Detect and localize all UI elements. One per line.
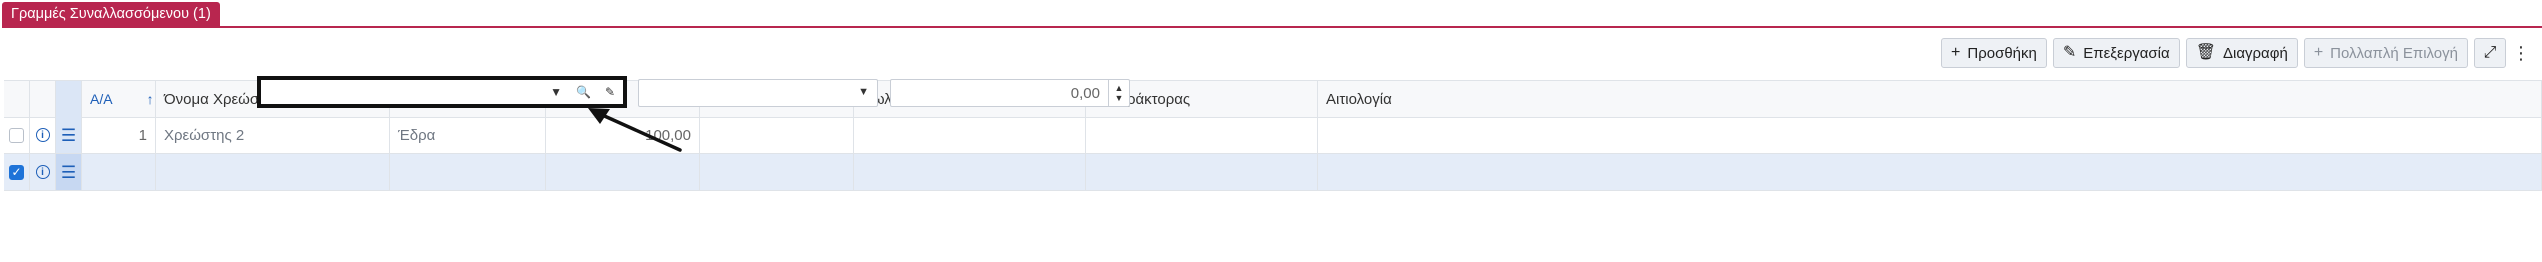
cell-aa: 1 [82, 117, 156, 153]
add-button[interactable]: + Προσθήκη [1941, 38, 2047, 68]
more-options-icon[interactable]: ⋮ [2512, 43, 2530, 64]
cell-collector [1086, 154, 1318, 190]
header-reason[interactable]: Αιτιολογία [1318, 81, 2542, 117]
row-select-cell [4, 117, 30, 153]
cell-bank-account [700, 117, 854, 153]
cell-reason [1318, 117, 2542, 153]
plus-icon: + [2313, 44, 2324, 61]
row-select-cell: ✓ [4, 154, 30, 190]
cell-reason [1318, 154, 2542, 190]
sort-up-icon[interactable]: ↑ [147, 91, 154, 107]
cell-collector [1086, 117, 1318, 153]
cell-bank-account [700, 154, 854, 190]
header-info-cell [30, 81, 56, 117]
caret-down-icon[interactable]: ▼ [550, 85, 562, 99]
cell-seller [854, 117, 1086, 153]
info-icon[interactable]: i [35, 165, 50, 179]
grid-toolbar: + Προσθήκη ✎ Επεξεργασία 🗑 Διαγραφή + Πο… [1941, 38, 2530, 68]
stepper-down-icon[interactable]: ▼ [1115, 93, 1124, 103]
cell-debtor-name: Χρεώστης 2 [156, 117, 390, 153]
header-aa[interactable]: Α/Α ↑ ⋮ [82, 81, 156, 117]
edit-button[interactable]: ✎ Επεξεργασία [2052, 38, 2180, 68]
row-menu-cell: ☰ [56, 117, 82, 153]
row-info-cell: i [30, 154, 56, 190]
row-checkbox[interactable] [9, 127, 24, 143]
cell-branch [390, 154, 546, 190]
caret-down-icon[interactable]: ▼ [858, 86, 869, 98]
header-select-cell [4, 81, 30, 117]
cell-debtor-name [156, 154, 390, 190]
edit-button-label: Επεξεργασία [2083, 44, 2170, 62]
value-stepper[interactable]: 0,00 ▲ ▼ [890, 79, 1130, 107]
stepper-buttons[interactable]: ▲ ▼ [1108, 80, 1129, 106]
search-icon[interactable]: 🔍 [576, 85, 591, 99]
pointer-arrow-annotation [588, 108, 682, 152]
debtor-name-lookup-field[interactable]: ▼ 🔍 ✎ [257, 76, 627, 108]
cell-seller [854, 154, 1086, 190]
multi-select-button-label: Πολλαπλή Επιλογή [2330, 44, 2458, 62]
add-button-label: Προσθήκη [1967, 44, 2037, 62]
table-row-editing[interactable]: ✓ i ☰ [4, 154, 2542, 191]
header-menu-cell [56, 81, 82, 117]
delete-button-label: Διαγραφή [2223, 44, 2288, 62]
panel-tab[interactable]: Γραμμές Συναλλασσόμενου (1) [2, 2, 220, 26]
branch-select[interactable]: ▼ [638, 79, 878, 107]
pencil-icon[interactable]: ✎ [605, 85, 615, 99]
expand-button[interactable]: ⤢ [2474, 38, 2506, 68]
menu-icon[interactable]: ☰ [61, 164, 76, 181]
table-row[interactable]: i ☰ 1 Χρεώστης 2 Έδρα 100,00 [4, 117, 2542, 154]
info-icon[interactable]: i [35, 128, 50, 142]
pencil-icon: ✎ [2062, 44, 2077, 61]
stepper-up-icon[interactable]: ▲ [1115, 83, 1124, 93]
cell-aa [82, 154, 156, 190]
delete-button[interactable]: 🗑 Διαγραφή [2185, 38, 2298, 68]
cell-branch: Έδρα [390, 117, 546, 153]
row-info-cell: i [30, 117, 56, 153]
expand-icon: ⤢ [2483, 44, 2497, 61]
row-menu-cell: ☰ [56, 154, 82, 190]
row-checkbox-checked[interactable]: ✓ [9, 164, 24, 180]
menu-icon[interactable]: ☰ [61, 127, 76, 144]
header-aa-label: Α/Α [90, 91, 113, 107]
plus-icon: + [1951, 44, 1961, 61]
trash-icon: 🗑 [2195, 44, 2216, 61]
value-input[interactable]: 0,00 [891, 85, 1108, 102]
multi-select-button[interactable]: + Πολλαπλή Επιλογή [2303, 38, 2468, 68]
